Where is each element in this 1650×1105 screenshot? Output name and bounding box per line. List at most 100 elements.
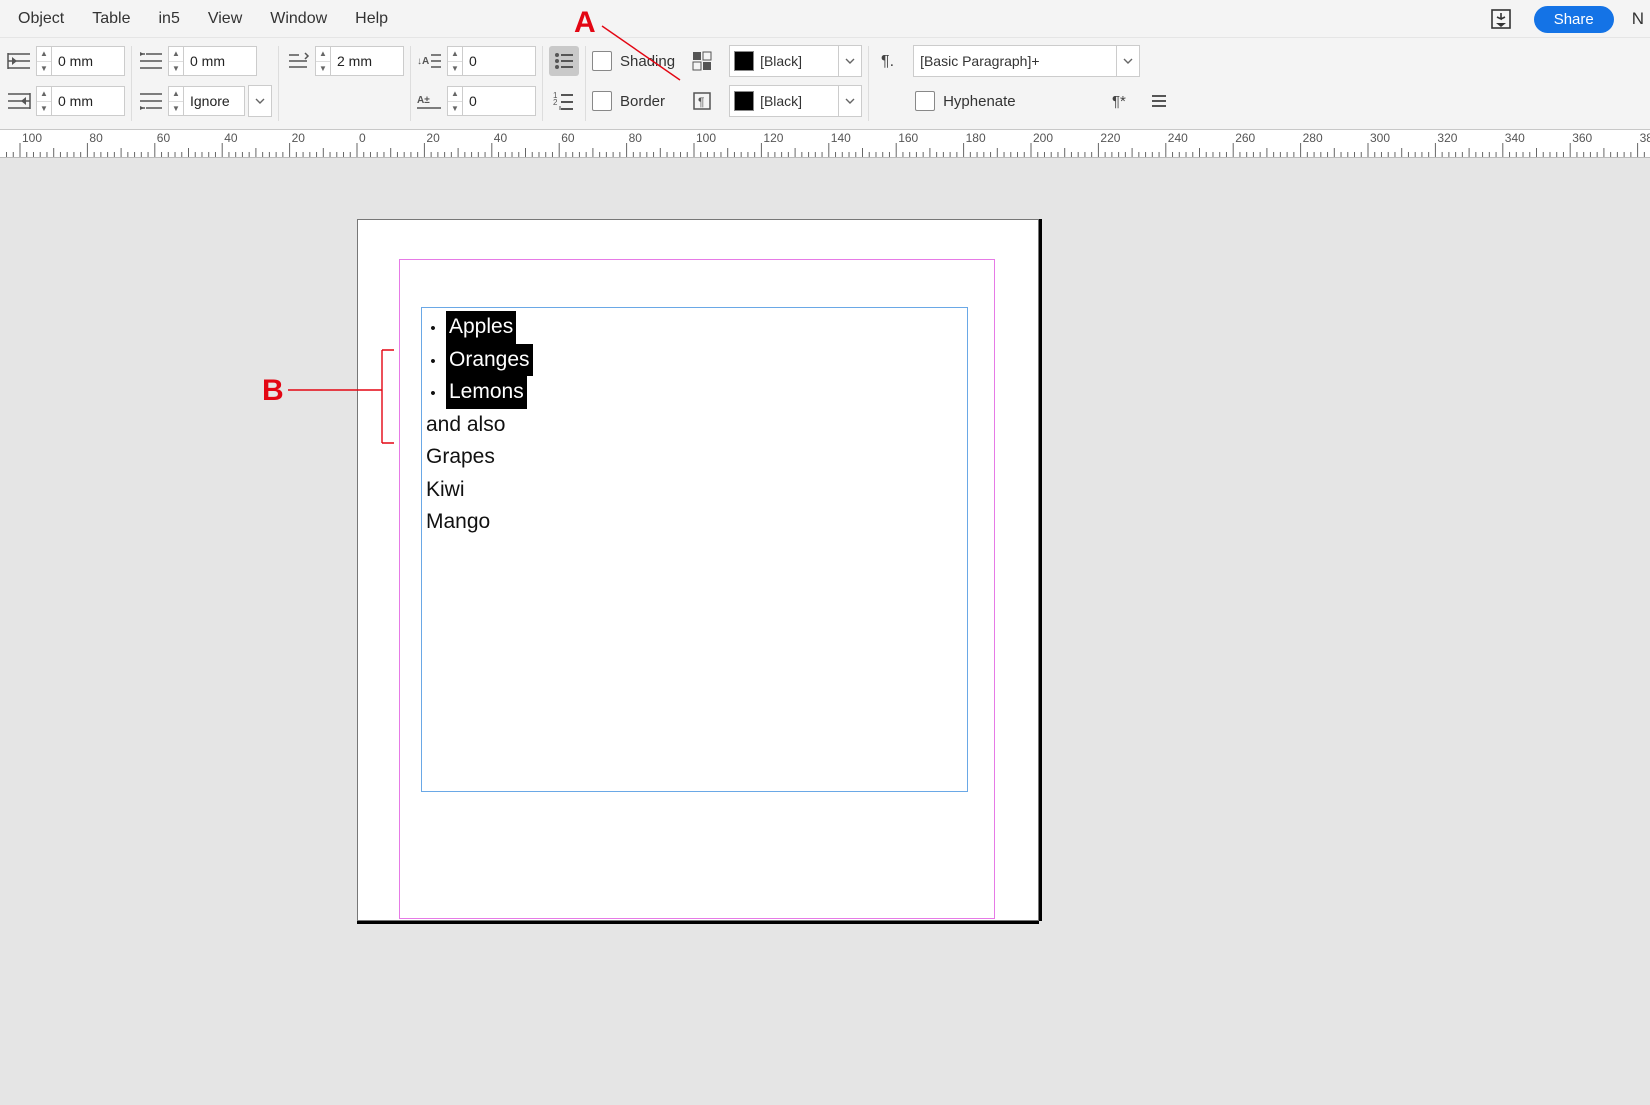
svg-text:380: 380 — [1640, 131, 1650, 145]
shading-checkbox[interactable] — [592, 51, 612, 71]
border-swatch-icon — [734, 91, 754, 111]
svg-text:A±: A± — [417, 95, 430, 106]
color-group: [Black] [Black] — [723, 44, 868, 123]
svg-text:360: 360 — [1572, 131, 1592, 145]
svg-text:20: 20 — [426, 131, 440, 145]
left-indent-icon — [6, 46, 32, 76]
dropcap-chars-value[interactable] — [462, 86, 536, 116]
menu-bar: Object Table in5 View Window Help Share … — [0, 0, 1650, 38]
bullet-icon: • — [428, 382, 438, 405]
menu-view[interactable]: View — [194, 6, 256, 32]
para-style-icon[interactable]: ¶. — [881, 46, 903, 76]
hyphenate-checkbox[interactable] — [915, 91, 935, 111]
svg-text:340: 340 — [1505, 131, 1525, 145]
dropcap-chars-input[interactable]: ▲▼ — [447, 86, 536, 116]
para-style-dropdown[interactable] — [1117, 45, 1140, 77]
svg-text:¶*: ¶* — [1112, 93, 1126, 110]
svg-text:300: 300 — [1370, 131, 1390, 145]
last-line-indent-icon — [138, 86, 164, 116]
menu-help[interactable]: Help — [341, 6, 402, 32]
selected-text[interactable]: Oranges — [446, 344, 533, 377]
bulleted-line[interactable]: • Oranges — [426, 344, 967, 377]
last-line-indent-value[interactable] — [183, 86, 245, 116]
shading-border-group: Shading Border — [586, 44, 681, 123]
right-indent-value[interactable] — [51, 86, 125, 116]
dropcap-chars-icon: A± — [417, 86, 443, 116]
left-indent-value[interactable] — [51, 46, 125, 76]
workspace-letter[interactable]: N — [1632, 9, 1644, 29]
svg-text:260: 260 — [1235, 131, 1255, 145]
page: • Apples • Oranges • Lemonsand alsoGrapesKiwi… — [357, 219, 1039, 921]
border-settings-icon[interactable]: ¶ — [687, 86, 717, 116]
options-bar: ▲▼ ▲▼ ▲▼ — [0, 38, 1650, 130]
last-line-indent-menu[interactable] — [248, 85, 272, 117]
screen-mode-icon[interactable] — [1486, 4, 1516, 34]
border-color-combo[interactable]: [Black] — [729, 85, 862, 117]
text-line[interactable]: Mango — [426, 506, 967, 539]
border-color-name: [Black] — [760, 93, 832, 109]
bulleted-line[interactable]: • Lemons — [426, 376, 967, 409]
svg-text:0: 0 — [359, 131, 366, 145]
svg-text:240: 240 — [1168, 131, 1188, 145]
last-line-indent-input[interactable]: ▲▼ — [168, 86, 245, 116]
first-line-indent-input[interactable]: ▲▼ — [168, 46, 257, 76]
border-color-dropdown[interactable] — [838, 86, 861, 116]
shading-color-dropdown[interactable] — [838, 46, 861, 76]
svg-text:↓A: ↓A — [417, 56, 429, 67]
space-before-group: ▲▼ — [279, 44, 410, 123]
shading-settings-icon[interactable] — [687, 46, 717, 76]
svg-text:80: 80 — [89, 131, 103, 145]
para-style-combo[interactable]: [Basic Paragraph]+ — [913, 46, 1140, 76]
text-line[interactable]: and also — [426, 409, 967, 442]
clear-overrides-icon[interactable]: ¶* — [1112, 86, 1136, 116]
dropcap-group: ↓A ▲▼ A± ▲▼ — [411, 44, 542, 123]
svg-text:320: 320 — [1437, 131, 1457, 145]
svg-text:40: 40 — [494, 131, 508, 145]
space-before-value[interactable] — [330, 46, 404, 76]
svg-text:220: 220 — [1100, 131, 1120, 145]
bullet-icon: • — [428, 350, 438, 373]
dropcap-lines-value[interactable] — [462, 46, 536, 76]
bulleted-line[interactable]: • Apples — [426, 311, 967, 344]
indent-group: ▲▼ ▲▼ — [0, 44, 131, 123]
menu-window[interactable]: Window — [256, 6, 341, 32]
canvas[interactable]: • Apples • Oranges • Lemonsand alsoGrapesKiwi… — [0, 157, 1650, 1105]
shading-settings-group: ¶ — [681, 44, 723, 123]
menu-in5[interactable]: in5 — [145, 6, 194, 32]
right-indent-icon — [6, 86, 32, 116]
space-before-icon — [285, 46, 311, 76]
bulleted-list-button[interactable] — [549, 46, 579, 76]
left-indent-input[interactable]: ▲▼ — [36, 46, 125, 76]
para-style-group: ¶. [Basic Paragraph]+ Hyphenate ¶* — [869, 44, 1180, 123]
selected-text[interactable]: Lemons — [446, 376, 527, 409]
svg-text:20: 20 — [292, 131, 306, 145]
border-checkbox[interactable] — [592, 91, 612, 111]
menu-object[interactable]: Object — [4, 6, 78, 32]
bullet-icon: • — [428, 317, 438, 340]
svg-text:180: 180 — [966, 131, 986, 145]
first-line-indent-icon — [138, 46, 164, 76]
menu-table[interactable]: Table — [78, 6, 144, 32]
first-line-indent-value[interactable] — [183, 46, 257, 76]
share-button[interactable]: Share — [1534, 6, 1614, 33]
shading-label: Shading — [620, 53, 675, 70]
svg-text:140: 140 — [831, 131, 851, 145]
text-line[interactable]: Grapes — [426, 441, 967, 474]
work-area: 1008060402002040608010012014016018020022… — [0, 130, 1650, 1105]
shading-color-combo[interactable]: [Black] — [729, 45, 862, 77]
text-line[interactable]: Kiwi — [426, 474, 967, 507]
svg-text:200: 200 — [1033, 131, 1053, 145]
top-right-bar: Share N — [1486, 0, 1644, 38]
selected-text[interactable]: Apples — [446, 311, 516, 344]
numbered-list-button[interactable]: 1 2 — [549, 86, 579, 116]
panel-menu-icon[interactable] — [1144, 86, 1174, 116]
space-before-input[interactable]: ▲▼ — [315, 46, 404, 76]
dropcap-lines-icon: ↓A — [417, 46, 443, 76]
para-style-value: [Basic Paragraph]+ — [920, 53, 1039, 69]
horizontal-ruler[interactable]: 1008060402002040608010012014016018020022… — [0, 130, 1650, 158]
line-indent-group: ▲▼ ▲▼ — [132, 44, 278, 123]
text-frame[interactable]: • Apples • Oranges • Lemonsand alsoGrapesKiwi… — [421, 307, 968, 792]
right-indent-input[interactable]: ▲▼ — [36, 86, 125, 116]
dropcap-lines-input[interactable]: ▲▼ — [447, 46, 536, 76]
svg-text:2: 2 — [553, 98, 558, 107]
